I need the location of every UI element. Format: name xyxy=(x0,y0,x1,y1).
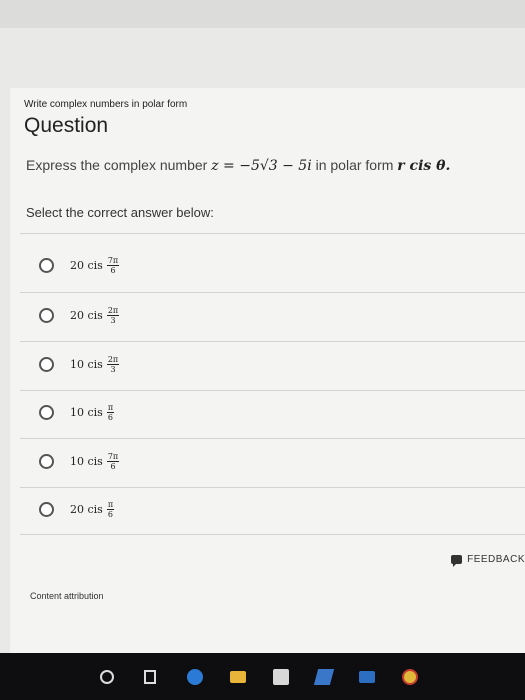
radio-button[interactable] xyxy=(39,453,54,469)
prompt-mid: in polar form xyxy=(315,157,394,173)
answer-option-3[interactable]: 10 cis 2π 3 xyxy=(20,340,525,388)
option-fraction: π 6 xyxy=(106,402,115,422)
fraction-numerator: 7π xyxy=(106,255,120,266)
option-fraction: 7π 6 xyxy=(106,451,120,471)
question-subtitle: Write complex numbers in polar form xyxy=(24,99,188,110)
fraction-numerator: π xyxy=(106,499,115,510)
radio-button[interactable] xyxy=(39,404,54,420)
answer-instruction: Select the correct answer below: xyxy=(26,205,214,220)
option-coef: 10 cis xyxy=(70,357,103,371)
fraction-numerator: 7π xyxy=(106,451,120,462)
option-label: 10 cis 7π 6 xyxy=(70,451,120,471)
store-icon[interactable] xyxy=(273,669,289,685)
chrome-icon[interactable] xyxy=(402,669,418,685)
option-fraction: 2π 3 xyxy=(106,305,120,325)
option-coef: 20 cis xyxy=(70,258,103,272)
answer-option-5[interactable]: 10 cis 7π 6 xyxy=(20,437,525,485)
task-view-icon[interactable] xyxy=(144,670,156,684)
fraction-denominator: 6 xyxy=(110,461,116,471)
option-label: 10 cis 2π 3 xyxy=(70,354,120,374)
cortana-icon[interactable] xyxy=(100,670,114,684)
answer-option-4[interactable]: 10 cis π 6 xyxy=(20,388,525,436)
prompt-form: r cis θ. xyxy=(397,158,451,174)
mail-icon[interactable] xyxy=(359,671,375,683)
option-coef: 10 cis xyxy=(70,405,103,419)
divider xyxy=(20,534,525,535)
edge-icon[interactable] xyxy=(187,669,203,685)
fraction-denominator: 6 xyxy=(107,412,113,422)
feedback-icon xyxy=(451,555,463,567)
feedback-button[interactable]: FEEDBACK xyxy=(451,554,525,567)
visual-studio-icon[interactable] xyxy=(313,669,335,685)
question-prompt: Express the complex number z = −5√3 − 5i… xyxy=(26,157,450,174)
prompt-text: Express the complex number xyxy=(26,157,208,173)
option-fraction: 7π 6 xyxy=(106,255,120,275)
option-label: 20 cis π 6 xyxy=(70,499,115,519)
option-coef: 20 cis xyxy=(70,308,103,322)
answer-option-6[interactable]: 20 cis π 6 xyxy=(20,485,525,533)
feedback-label: FEEDBACK xyxy=(467,554,525,565)
answer-option-1[interactable]: 20 cis 7π 6 xyxy=(20,241,525,289)
radio-button[interactable] xyxy=(39,501,54,517)
radio-button[interactable] xyxy=(39,307,54,323)
option-label: 10 cis π 6 xyxy=(70,402,115,422)
fraction-numerator: 2π xyxy=(106,305,120,316)
browser-top-bar xyxy=(0,0,525,28)
answer-option-2[interactable]: 20 cis 2π 3 xyxy=(20,291,525,339)
option-label: 20 cis 7π 6 xyxy=(70,255,120,275)
fraction-numerator: 2π xyxy=(106,354,120,365)
divider xyxy=(20,233,525,234)
taskbar xyxy=(0,653,525,700)
content-attribution-link[interactable]: Content attribution xyxy=(30,591,104,601)
fraction-denominator: 6 xyxy=(107,509,113,519)
prompt-math: z = −5√3 − 5i xyxy=(211,158,312,174)
option-fraction: 2π 3 xyxy=(106,354,120,374)
option-coef: 10 cis xyxy=(70,454,103,468)
file-explorer-icon[interactable] xyxy=(230,671,246,683)
radio-button[interactable] xyxy=(39,257,54,273)
fraction-denominator: 3 xyxy=(110,315,116,325)
fraction-numerator: π xyxy=(106,402,115,413)
question-card: Write complex numbers in polar form Ques… xyxy=(10,88,525,653)
option-fraction: π 6 xyxy=(106,499,115,519)
option-coef: 20 cis xyxy=(70,502,103,516)
radio-button[interactable] xyxy=(39,356,54,372)
question-title: Question xyxy=(24,114,109,137)
fraction-denominator: 6 xyxy=(110,265,116,275)
option-label: 20 cis 2π 3 xyxy=(70,305,120,325)
fraction-denominator: 3 xyxy=(110,364,116,374)
